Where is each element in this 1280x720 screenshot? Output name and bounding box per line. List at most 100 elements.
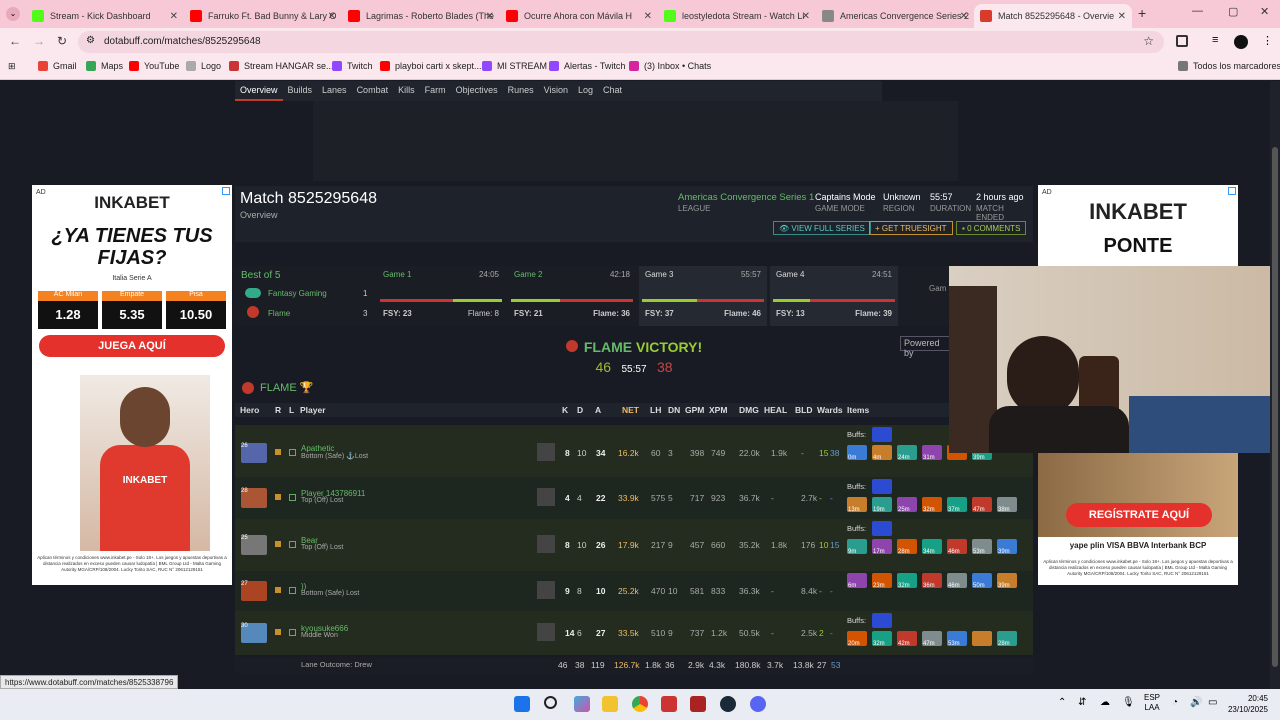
bookmark-logo[interactable]: Logo <box>186 61 221 71</box>
hero-portrait-icon[interactable]: 28 <box>241 488 267 508</box>
column-k[interactable]: K <box>562 405 568 415</box>
item-icon[interactable]: 19m <box>872 497 892 513</box>
table-row[interactable]: 30 kyousuke666 Middle Won 14 6 27 33.5k 510 9 737… <box>235 611 1033 655</box>
item-icon[interactable]: 17m <box>872 539 892 555</box>
tab-vision[interactable]: Vision <box>539 81 573 101</box>
item-icon[interactable]: 28m <box>897 539 917 555</box>
player-avatar[interactable] <box>537 443 555 461</box>
tab-dotabuff-match[interactable]: Match 8525295648 - Overvie ✕ <box>974 4 1132 28</box>
player-avatar[interactable] <box>537 535 555 553</box>
item-icon[interactable]: 23m <box>872 573 892 589</box>
hero-portrait-icon[interactable]: 26 <box>241 443 267 463</box>
item-icon[interactable]: 37m <box>947 497 967 513</box>
item-icon[interactable]: 47m <box>922 631 942 647</box>
item-icon[interactable]: 6m <box>847 573 867 589</box>
item-icon[interactable]: 39m <box>997 573 1017 589</box>
scrollbar-thumb[interactable] <box>1272 147 1278 667</box>
item-icon[interactable]: 50m <box>972 573 992 589</box>
search-icon[interactable] <box>544 696 557 709</box>
steam-icon[interactable] <box>720 696 736 712</box>
column-dmg[interactable]: DMG <box>739 405 759 415</box>
tab-youtube-farruko[interactable]: Farruko Ft. Bad Bunny & Lary O ✕ <box>184 4 342 28</box>
page-scrollbar[interactable] <box>1270 81 1280 689</box>
item-icon[interactable]: 32m <box>872 631 892 647</box>
maximize-button[interactable]: ▢ <box>1228 5 1238 18</box>
reload-icon[interactable]: ↻ <box>57 34 67 48</box>
series-game[interactable]: Game 2 42:18 FSY: 21 Flame: 36 <box>508 266 636 326</box>
dota-app-icon[interactable] <box>690 696 706 712</box>
bookmark-alertas[interactable]: Alertas - Twitch <box>549 61 625 71</box>
player-avatar[interactable] <box>537 623 555 641</box>
column-a[interactable]: A <box>595 405 601 415</box>
hero-portrait-icon[interactable]: 30 <box>241 623 267 643</box>
column-bld[interactable]: BLD <box>795 405 812 415</box>
series-game[interactable]: Game 1 24:05 FSY: 23 Flame: 8 <box>377 266 505 326</box>
tab-objectives[interactable]: Objectives <box>451 81 503 101</box>
tab-runes[interactable]: Runes <box>503 81 539 101</box>
profile-avatar[interactable] <box>1234 35 1248 49</box>
item-icon[interactable]: 38m <box>997 497 1017 513</box>
series-game[interactable]: Game 3 55:57 FSY: 37 Flame: 46 <box>639 266 767 326</box>
column-items[interactable]: Items <box>847 405 869 415</box>
close-icon[interactable]: ✕ <box>1118 11 1126 22</box>
item-icon[interactable]: 36m <box>922 573 942 589</box>
tab-combat[interactable]: Combat <box>352 81 394 101</box>
site-info-icon[interactable]: ⚙ <box>86 35 95 46</box>
tab-builds[interactable]: Builds <box>283 81 318 101</box>
table-row[interactable]: 25 Bear Top (Off) Lost 8 10 26 17.9k 217 9 457 660… <box>235 519 1033 571</box>
tab-kick-leostyledota[interactable]: leostyledota Stream - Watch Li ✕ <box>658 4 816 28</box>
hero-portrait-icon[interactable]: 27 <box>241 581 267 601</box>
ad-cta-button[interactable]: REGÍSTRATE AQUÍ <box>1066 503 1212 527</box>
column-wards[interactable]: Wards <box>817 405 843 415</box>
tab-overview[interactable]: Overview <box>235 81 283 101</box>
tab-chat[interactable]: Chat <box>598 81 627 101</box>
close-icon[interactable]: ✕ <box>802 11 810 22</box>
table-row[interactable]: 26 Apathetic Bottom (Safe) ⚓Lost 8 10 34 16.2k… <box>235 425 1033 481</box>
tab-log[interactable]: Log <box>573 81 598 101</box>
buff-icon[interactable] <box>872 521 892 536</box>
battery-icon[interactable]: ▭ <box>1208 697 1217 708</box>
item-icon[interactable]: 46m <box>947 573 967 589</box>
item-icon[interactable]: 31m <box>922 445 942 461</box>
hero-portrait-icon[interactable]: 25 <box>241 535 267 555</box>
column-xpm[interactable]: XPM <box>709 405 727 415</box>
item-icon[interactable]: 25m <box>897 497 917 513</box>
tab-lanes[interactable]: Lanes <box>317 81 352 101</box>
bookmark-all[interactable]: Todos los marcadores <box>1178 61 1280 71</box>
close-icon[interactable]: ✕ <box>328 11 336 22</box>
bookmark-youtube[interactable]: YouTube <box>129 61 179 71</box>
copilot-icon[interactable] <box>574 696 590 712</box>
column-dn[interactable]: DN <box>668 405 680 415</box>
media-control-icon[interactable]: ≡ <box>1212 34 1218 46</box>
back-icon[interactable]: ← <box>9 34 21 48</box>
item-icon[interactable] <box>972 631 992 646</box>
item-icon[interactable]: 34m <box>922 539 942 555</box>
item-icon[interactable]: 46m <box>947 539 967 555</box>
table-row[interactable]: 27)) Bottom (Safe) Lost 9 8 10 25.2k 470 10 581 8… <box>235 571 1033 611</box>
streamer-app-icon[interactable] <box>661 696 677 712</box>
comments-button[interactable]: ▪ 0 COMMENTS <box>956 221 1027 235</box>
column-r[interactable]: R <box>275 405 281 415</box>
column-heal[interactable]: HEAL <box>764 405 787 415</box>
column-hero[interactable]: Hero <box>240 405 259 415</box>
item-icon[interactable]: 20m <box>847 631 867 647</box>
apps-icon[interactable]: ⊞ <box>8 61 16 72</box>
new-tab-button[interactable]: + <box>1138 5 1146 21</box>
item-icon[interactable]: 53m <box>972 539 992 555</box>
item-icon[interactable]: 28m <box>997 631 1017 647</box>
column-d[interactable]: D <box>577 405 583 415</box>
url-bar[interactable]: ⚙ dotabuff.com/matches/8525295648 ☆ <box>78 31 1164 53</box>
wifi-icon[interactable]: ◔ <box>1172 697 1178 708</box>
odds-milan[interactable]: AC Milan 1.28 <box>38 291 98 329</box>
tab-youtube-ocurre[interactable]: Ocurre Ahora con Mávila H ✕ <box>500 4 658 28</box>
item-icon[interactable]: 0m <box>847 445 867 461</box>
tab-kick-dashboard[interactable]: Stream - Kick Dashboard ✕ <box>26 4 184 28</box>
odds-empate[interactable]: Empate 5.35 <box>102 291 162 329</box>
team-flame-name[interactable]: Flame <box>268 309 290 318</box>
column-net[interactable]: NET <box>622 405 639 415</box>
tab-americas-convergence[interactable]: Americas Convergence Series 2 ✕ <box>816 4 974 28</box>
onedrive-icon[interactable]: ☁ <box>1100 697 1110 708</box>
bookmark-gmail[interactable]: Gmail <box>38 61 77 71</box>
bookmark-playboi[interactable]: playboi carti x skept... <box>380 61 482 71</box>
tab-search-icon[interactable]: ⌄ <box>6 7 20 21</box>
